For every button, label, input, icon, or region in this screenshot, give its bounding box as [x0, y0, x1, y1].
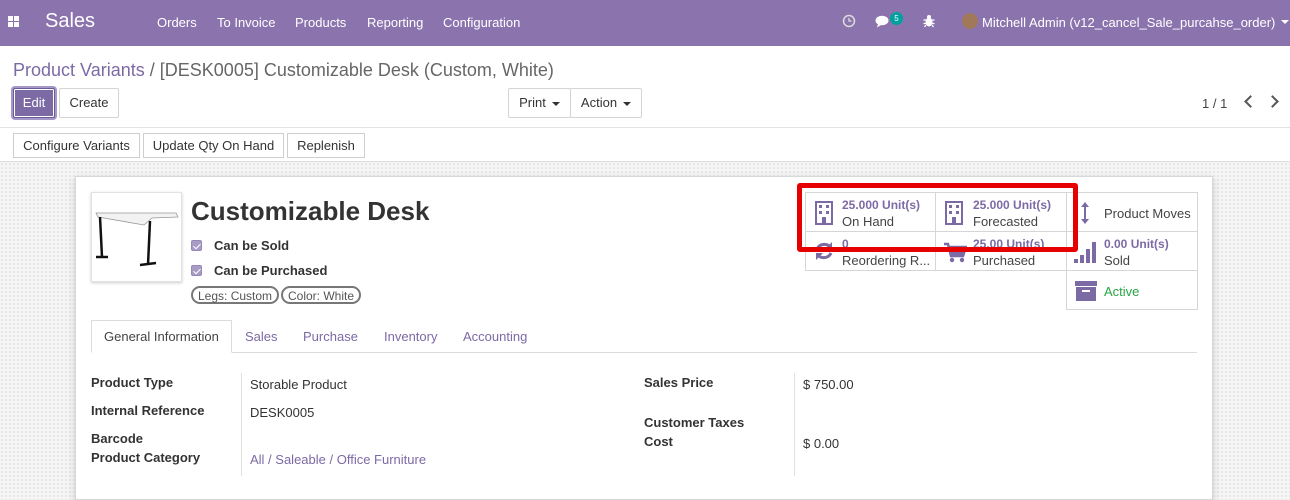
- breadcrumb-current: [DESK0005] Customizable Desk (Custom, Wh…: [159, 60, 554, 80]
- product-image[interactable]: [91, 192, 182, 282]
- user-caret-icon[interactable]: [1281, 20, 1289, 24]
- product-moves-smart-button[interactable]: Product Moves: [1066, 192, 1198, 232]
- tab-general-information[interactable]: General Information: [91, 320, 232, 353]
- can-be-purchased-checkbox[interactable]: [191, 265, 202, 276]
- action-dropdown[interactable]: Action: [570, 88, 642, 118]
- tag-color-white[interactable]: Color: White: [281, 286, 362, 304]
- sold-label: Sold: [1104, 253, 1131, 268]
- purchased-label: Purchased: [973, 253, 1036, 268]
- sales-price-field[interactable]: $ 750.00: [803, 377, 854, 392]
- active-label: Active: [1104, 284, 1140, 299]
- sales-price-label: Sales Price: [644, 375, 714, 390]
- tab-inventory[interactable]: Inventory: [384, 329, 437, 344]
- product-category-label: Product Category: [91, 450, 201, 465]
- menu-reporting[interactable]: Reporting: [367, 15, 423, 30]
- pager-value[interactable]: 1 / 1: [1202, 96, 1227, 111]
- sold-value: 0.00 Unit(s): [1104, 237, 1169, 251]
- print-label: Print: [519, 95, 546, 110]
- left-field-divider: [241, 373, 242, 476]
- update-qty-on-hand-button[interactable]: Update Qty On Hand: [143, 133, 284, 158]
- up-down-arrows-icon: [1081, 202, 1089, 224]
- replenish-button[interactable]: Replenish: [287, 133, 365, 158]
- tab-sales[interactable]: Sales: [245, 329, 278, 344]
- configure-variants-button[interactable]: Configure Variants: [13, 133, 140, 158]
- pager-previous-icon[interactable]: [1244, 95, 1257, 108]
- top-navbar: Sales Orders To Invoice Products Reporti…: [0, 0, 1290, 46]
- print-dropdown[interactable]: Print: [508, 88, 571, 118]
- product-moves-label: Product Moves: [1104, 206, 1191, 221]
- messages-chat-icon[interactable]: [875, 15, 890, 28]
- create-button[interactable]: Create: [59, 88, 119, 118]
- activity-clock-icon[interactable]: [842, 14, 856, 28]
- user-menu[interactable]: Mitchell Admin (v12_cancel_Sale_purcahse…: [982, 15, 1275, 30]
- debug-bug-icon[interactable]: [923, 14, 935, 28]
- internal-reference-label: Internal Reference: [91, 403, 205, 418]
- messages-count-badge: 5: [890, 12, 903, 25]
- product-category-field[interactable]: All / Saleable / Office Furniture: [250, 452, 426, 467]
- tab-purchase[interactable]: Purchase: [303, 329, 358, 344]
- menu-configuration[interactable]: Configuration: [443, 15, 520, 30]
- app-name[interactable]: Sales: [45, 10, 95, 33]
- action-caret-icon: [623, 101, 632, 106]
- menu-orders[interactable]: Orders: [157, 15, 197, 30]
- pager-next-icon[interactable]: [1266, 95, 1279, 108]
- internal-reference-field[interactable]: DESK0005: [250, 405, 314, 420]
- can-be-sold-label: Can be Sold: [214, 238, 290, 253]
- can-be-sold-checkbox[interactable]: [191, 240, 202, 251]
- tag-legs-custom[interactable]: Legs: Custom: [191, 286, 280, 304]
- action-label: Action: [580, 95, 618, 110]
- menu-products[interactable]: Products: [295, 15, 346, 30]
- apps-menu-icon[interactable]: [8, 16, 19, 27]
- user-avatar[interactable]: [962, 13, 978, 29]
- desk-picture: [95, 212, 179, 267]
- barcode-label: Barcode: [91, 431, 144, 446]
- right-field-divider: [794, 373, 795, 476]
- cost-field[interactable]: $ 0.00: [803, 436, 839, 451]
- can-be-purchased-label: Can be Purchased: [214, 263, 328, 278]
- product-name[interactable]: Customizable Desk: [191, 196, 429, 227]
- reordering-label: Reordering R...: [842, 253, 931, 268]
- menu-to-invoice[interactable]: To Invoice: [217, 15, 276, 30]
- highlight-annotation-box: [797, 183, 1078, 252]
- sold-smart-button[interactable]: 0.00 Unit(s) Sold: [1066, 231, 1198, 271]
- product-type-field[interactable]: Storable Product: [250, 377, 347, 392]
- customer-taxes-label: Customer Taxes: [644, 415, 745, 430]
- print-caret-icon: [551, 101, 560, 106]
- active-toggle-button[interactable]: Active: [1066, 270, 1198, 310]
- breadcrumb-product-variants[interactable]: Product Variants: [13, 60, 145, 80]
- cost-label: Cost: [644, 434, 673, 449]
- archive-box-icon: [1075, 281, 1097, 301]
- breadcrumb-separator: /: [149, 60, 155, 80]
- edit-button[interactable]: Edit: [13, 88, 55, 118]
- breadcrumb: Product Variants / [DESK0005] Customizab…: [13, 60, 554, 81]
- tab-accounting[interactable]: Accounting: [463, 329, 527, 344]
- product-type-label: Product Type: [91, 375, 174, 390]
- tabs-underline: [91, 352, 1197, 353]
